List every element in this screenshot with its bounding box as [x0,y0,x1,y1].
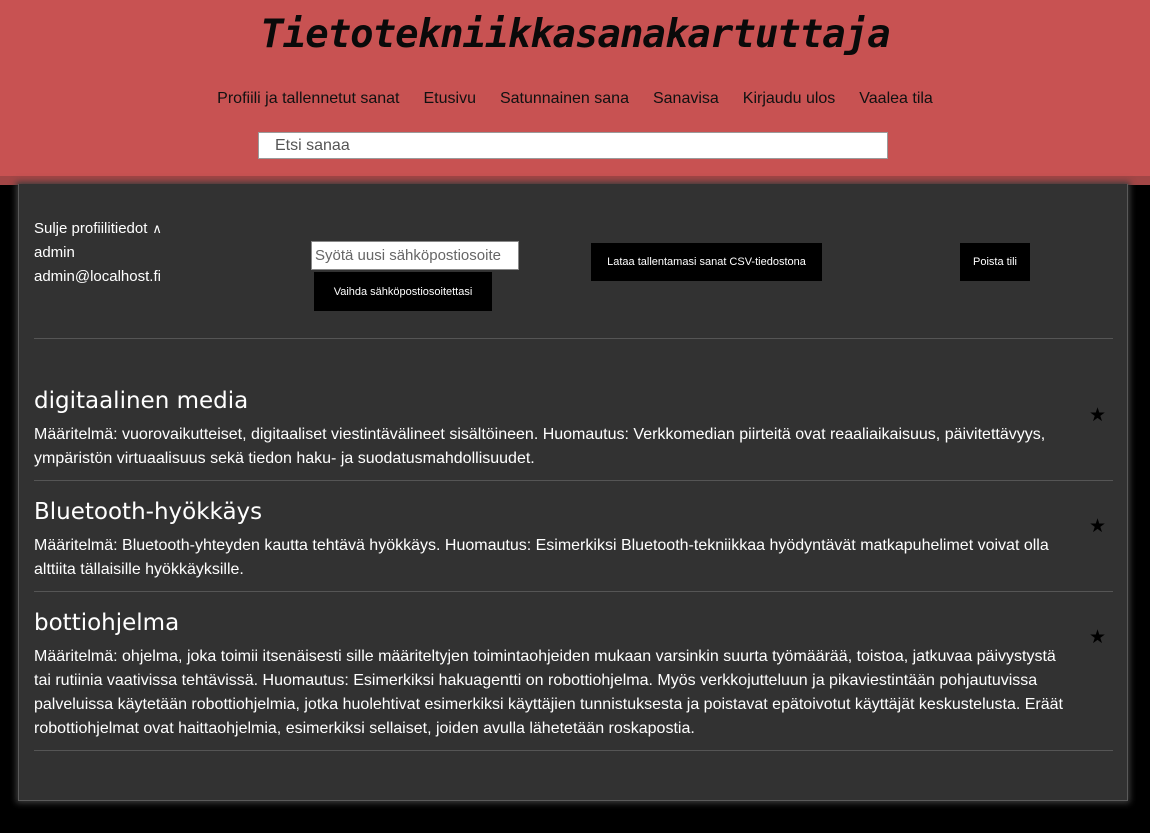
new-email-field[interactable] [311,241,519,270]
download-csv-button[interactable]: Lataa tallentamasi sanat CSV-tiedostona [591,243,822,281]
star-icon[interactable]: ★ [1089,404,1106,426]
chevron-up-icon: ∧ [152,221,162,236]
nav-home-link[interactable]: Etusivu [424,90,476,108]
profile-panel: Sulje profiilitiedot ∧ admin admin@localh… [18,184,1128,801]
site-header: Tietotekniikkasanakartuttaja Profiili ja… [0,0,1150,176]
word-divider [34,750,1113,751]
site-title[interactable]: Tietotekniikkasanakartuttaja [0,12,1150,57]
profile-username: admin [34,244,75,261]
nav-quiz-link[interactable]: Sanavisa [653,90,719,108]
close-profile-toggle[interactable]: Sulje profiilitiedot ∧ [34,220,162,237]
word-title: bottiohjelma [34,610,180,636]
main-nav: Profiili ja tallennetut sanat Etusivu Sa… [0,90,1150,108]
star-icon[interactable]: ★ [1089,515,1106,537]
word-definition: Määritelmä: Bluetooth-yhteyden kautta te… [34,537,1049,578]
profile-email: admin@localhost.fi [34,268,161,285]
nav-profile-link[interactable]: Profiili ja tallennetut sanat [217,90,399,108]
nav-logout-link[interactable]: Kirjaudu ulos [743,90,836,108]
list-item: digitaalinen media Määritelmä: vuorovaik… [34,388,1113,471]
nav-light-mode-link[interactable]: Vaalea tila [859,90,933,108]
star-icon[interactable]: ★ [1089,626,1106,648]
close-profile-label: Sulje profiilitiedot [34,220,148,237]
list-item: bottiohjelma Määritelmä: ohjelma, joka t… [34,610,1113,741]
word-title: Bluetooth-hyökkäys [34,499,263,525]
delete-account-button[interactable]: Poista tili [960,243,1030,281]
word-divider [34,591,1113,592]
list-item: Bluetooth-hyökkäys Määritelmä: Bluetooth… [34,499,1113,582]
search-input[interactable] [258,132,888,159]
word-divider [34,480,1113,481]
nav-random-word-link[interactable]: Satunnainen sana [500,90,629,108]
word-title: digitaalinen media [34,388,249,414]
word-definition: Määritelmä: ohjelma, joka toimii itsenäi… [34,648,1063,737]
profile-divider [34,338,1113,339]
change-email-button[interactable]: Vaihda sähköpostiosoitettasi [314,272,492,311]
word-definition: Määritelmä: vuorovaikutteiset, digitaali… [34,426,1046,467]
